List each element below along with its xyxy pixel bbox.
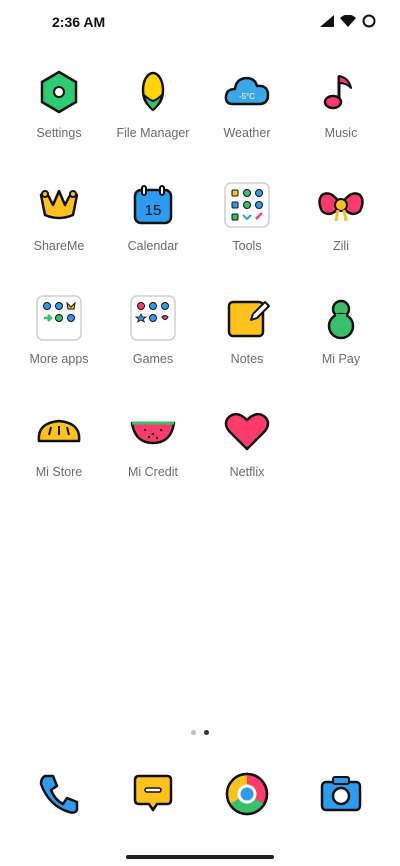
- camera-icon: [317, 770, 365, 818]
- more-apps-folder-icon: [35, 294, 83, 342]
- app-music[interactable]: Music: [294, 68, 388, 140]
- mi-store-icon: [35, 407, 83, 455]
- wifi-icon: [340, 15, 356, 27]
- app-label: More apps: [29, 352, 89, 366]
- games-folder-icon: [129, 294, 177, 342]
- app-mi-credit[interactable]: Mi Credit: [106, 407, 200, 479]
- calendar-date: 15: [145, 202, 162, 219]
- status-time: 2:36 AM: [52, 14, 106, 30]
- app-mi-pay[interactable]: Mi Pay: [294, 294, 388, 366]
- home-gesture-bar[interactable]: [126, 855, 274, 859]
- app-zili[interactable]: Zili: [294, 181, 388, 253]
- app-label: Games: [132, 352, 174, 366]
- file-manager-icon: [129, 68, 177, 116]
- page-dot[interactable]: [191, 730, 196, 735]
- app-label: Music: [324, 126, 358, 140]
- shareme-icon: [35, 181, 83, 229]
- dock-phone[interactable]: [12, 770, 106, 818]
- settings-icon: [35, 68, 83, 116]
- status-bar: 2:36 AM: [0, 0, 400, 44]
- app-label: Mi Credit: [127, 465, 178, 479]
- app-mi-store[interactable]: Mi Store: [12, 407, 106, 479]
- app-tools-folder[interactable]: Tools: [200, 181, 294, 253]
- app-weather[interactable]: -5°C Weather: [200, 68, 294, 140]
- weather-icon: -5°C: [223, 68, 271, 116]
- app-label: Mi Store: [35, 465, 83, 479]
- dock: [12, 770, 388, 820]
- dock-chrome[interactable]: [200, 770, 294, 818]
- tools-folder-icon: [223, 181, 271, 229]
- zili-icon: [317, 181, 365, 229]
- page-indicator[interactable]: [0, 730, 400, 735]
- app-label: Zili: [333, 239, 349, 253]
- messages-icon: [129, 770, 177, 818]
- app-label: ShareMe: [33, 239, 85, 253]
- cellular-signal-icon: [320, 15, 334, 27]
- app-shareme[interactable]: ShareMe: [12, 181, 106, 253]
- page-dot-active[interactable]: [204, 730, 209, 735]
- app-label: Netflix: [229, 465, 265, 479]
- app-label: Calendar: [127, 239, 179, 253]
- app-netflix[interactable]: Netflix: [200, 407, 294, 479]
- battery-ring-icon: [362, 14, 376, 28]
- app-notes[interactable]: Notes: [200, 294, 294, 366]
- status-icons: [320, 14, 376, 28]
- netflix-icon: [223, 407, 271, 455]
- mi-pay-icon: [317, 294, 365, 342]
- app-label: Notes: [230, 352, 264, 366]
- app-label: Mi Pay: [321, 352, 361, 366]
- app-settings[interactable]: Settings: [12, 68, 106, 140]
- chrome-icon: [223, 770, 271, 818]
- dock-messages[interactable]: [106, 770, 200, 818]
- app-label: Weather: [223, 126, 271, 140]
- calendar-icon: 15: [129, 181, 177, 229]
- app-label: File Manager: [116, 126, 190, 140]
- app-games-folder[interactable]: Games: [106, 294, 200, 366]
- weather-temp: -5°C: [239, 92, 255, 101]
- app-file-manager[interactable]: File Manager: [106, 68, 200, 140]
- app-calendar[interactable]: 15 Calendar: [106, 181, 200, 253]
- app-more-apps-folder[interactable]: More apps: [12, 294, 106, 366]
- dock-camera[interactable]: [294, 770, 388, 818]
- music-icon: [317, 68, 365, 116]
- notes-icon: [223, 294, 271, 342]
- app-label: Settings: [36, 126, 82, 140]
- mi-credit-icon: [129, 407, 177, 455]
- phone-icon: [35, 770, 83, 818]
- app-label: Tools: [232, 239, 262, 253]
